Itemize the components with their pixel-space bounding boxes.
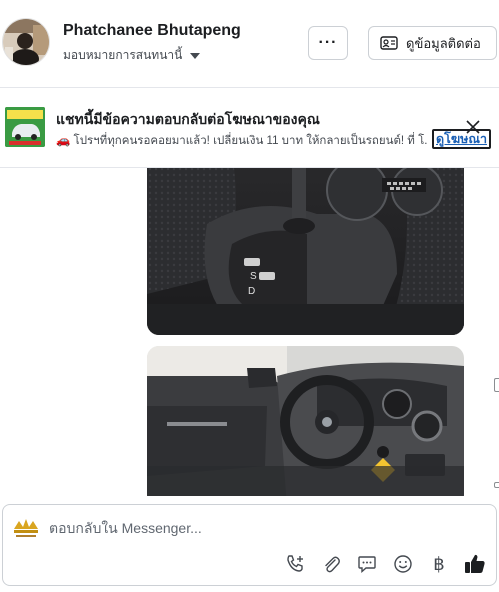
- message-photo[interactable]: D S: [147, 168, 464, 335]
- thumbs-up-icon[interactable]: [464, 553, 486, 575]
- phone-plus-icon[interactable]: [284, 553, 306, 575]
- assign-label: มอบหมายการสนทนานี้: [63, 48, 183, 62]
- ad-thumbnail: [5, 107, 45, 147]
- contact-card-icon: [380, 36, 398, 50]
- reply-input[interactable]: [49, 515, 429, 541]
- conversation-header: Phatchanee Bhutapeng มอบหมายการสนทนานี้ …: [0, 0, 499, 88]
- message-thread[interactable]: D S: [0, 168, 499, 496]
- page-logo: [11, 515, 41, 539]
- scroll-indicator[interactable]: [494, 482, 499, 488]
- view-contact-info-button[interactable]: ดูข้อมูลติดต่อ: [368, 26, 497, 60]
- composer-toolbar: ฿: [284, 553, 486, 575]
- avatar[interactable]: [2, 18, 50, 66]
- ad-reply-banner: แชทนี้มีข้อความตอบกลับต่อโฆษณาของคุณ 🚗 โ…: [0, 96, 499, 168]
- assign-conversation-dropdown[interactable]: มอบหมายการสนทนานี้: [63, 46, 201, 65]
- scroll-indicator[interactable]: [494, 378, 499, 392]
- baht-icon[interactable]: ฿: [428, 553, 450, 575]
- more-options-button[interactable]: ···: [308, 26, 348, 60]
- view-ad-link[interactable]: ดูโฆษณา: [432, 129, 491, 149]
- chevron-down-icon: [190, 52, 201, 59]
- contact-name[interactable]: Phatchanee Bhutapeng: [63, 22, 241, 40]
- close-icon[interactable]: [464, 118, 482, 136]
- message-photo[interactable]: [147, 346, 464, 496]
- reply-composer: ฿: [2, 504, 497, 586]
- paperclip-icon[interactable]: [320, 553, 342, 575]
- ad-banner-title: แชทนี้มีข้อความตอบกลับต่อโฆษณาของคุณ: [56, 111, 320, 127]
- contact-info-label: ดูข้อมูลติดต่อ: [406, 35, 481, 51]
- svg-text:D: D: [248, 286, 255, 297]
- ad-banner-text: 🚗 โปรฯที่ทุกคนรอคอยมาแล้ว! เปลี่ยนเงิน 1…: [56, 135, 428, 147]
- smiley-icon[interactable]: [392, 553, 414, 575]
- svg-text:S: S: [250, 271, 257, 282]
- chat-bubble-icon[interactable]: [356, 553, 378, 575]
